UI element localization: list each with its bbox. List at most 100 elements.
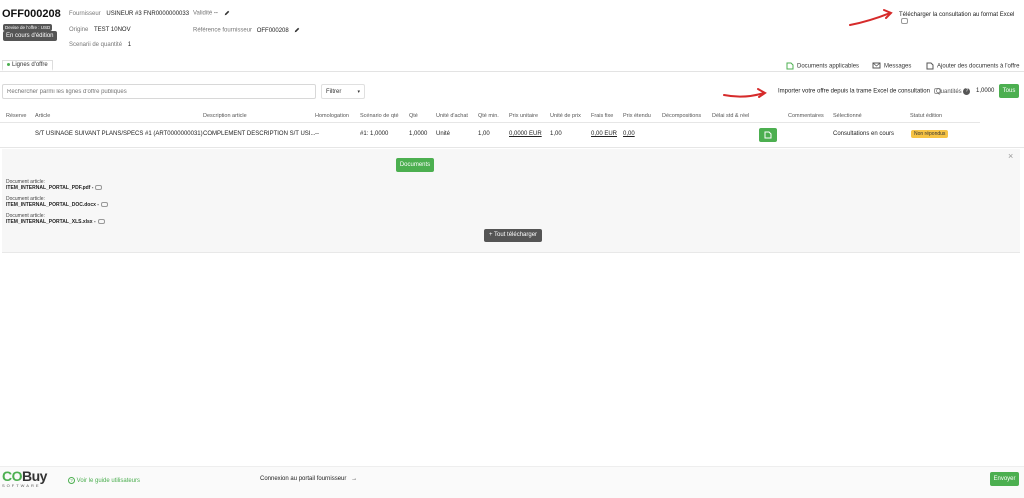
scenario-value: 1 [127,42,132,48]
download-excel-link[interactable]: Télécharger la consultation au format Ex… [899,12,1024,25]
applicable-docs-link[interactable]: Documents applicables [786,62,859,70]
help-icon[interactable]: ? [963,88,971,95]
tab-bar [0,57,1024,72]
logo-main: COBuy [2,468,47,484]
supplier-label: Fournisseur [69,11,101,17]
close-icon[interactable]: × [1008,151,1013,161]
download-icon[interactable] [95,185,103,191]
origin-label: Origine [69,27,89,33]
help-icon: ? [68,477,75,484]
doc-item: Document article: ITEM_INTERNAL_PORTAL_D… [6,196,108,208]
row-extended-price[interactable]: 0,00 [623,131,635,137]
user-guide-label: Voir le guide utilisateurs [76,478,141,485]
all-button[interactable]: Tous [999,84,1019,98]
doc-filename: ITEM_INTERNAL_PORTAL_PDF.pdf - [6,185,94,191]
footer [0,466,1024,498]
download-icon[interactable] [97,219,105,225]
logo-sub: SOFTWARE [2,483,41,488]
add-docs-label: Ajouter des documents à l'offre [937,63,1020,70]
col-scenario: Scénario de qté [360,113,399,119]
row-selected: Consultations en cours [833,131,895,137]
tab-offer-lines-label: Lignes d'offre [12,62,48,68]
message-icon [872,62,881,69]
row-unit: Unité [436,131,451,137]
row-homologation: -- [315,131,319,137]
doc-filename: ITEM_INTERNAL_PORTAL_DOC.docx - [6,202,99,208]
col-article: Article [35,113,51,119]
col-price-unit: Unité de prix [550,113,581,119]
col-unit-price: Prix unitaire [509,113,539,119]
download-icon[interactable] [100,202,108,208]
col-description: Description article [203,113,247,119]
col-qty: Qté [409,113,418,119]
import-excel-button[interactable]: Importer votre offre depuis la trame Exc… [778,88,941,95]
row-unit-price[interactable]: 0,0000 EUR [509,131,542,137]
arrow-right-icon: → [351,476,358,482]
pencil-icon[interactable] [294,27,300,33]
filter-label: Filtrer [326,89,342,95]
doc-name[interactable]: ITEM_INTERNAL_PORTAL_PDF.pdf - [6,185,103,191]
doc-name[interactable]: ITEM_INTERNAL_PORTAL_DOC.docx - [6,202,108,208]
download-excel-label: Télécharger la consultation au format Ex… [899,12,1015,18]
documents-button[interactable]: Documents [396,158,434,172]
red-arrow-icon [723,88,767,98]
doc-name[interactable]: ITEM_INTERNAL_PORTAL_XLS.xlsx - [6,219,105,225]
col-reserve: Réserve [6,113,27,119]
messages-link[interactable]: Messages [872,62,911,70]
import-excel-label: Importer votre offre depuis la trame Exc… [778,88,930,95]
messages-label: Messages [884,63,912,70]
row-qty: 1,0000 [409,131,428,137]
validity-value: -- [213,10,218,17]
scenario-label: Scenarii de quantité [69,42,123,48]
active-dot-icon [7,62,10,66]
supplier-portal-label: Connexion au portail fournisseur [260,476,347,482]
col-homologation: Homologation [315,113,349,119]
supplier-field: Fournisseur USINEUR #3 FNR0000000033 [69,11,189,17]
add-document-icon [926,62,934,70]
comment-button[interactable] [759,128,777,142]
search-input[interactable] [2,84,316,99]
add-docs-link[interactable]: Ajouter des documents à l'offre [926,62,1019,70]
supplier-portal-link[interactable]: Connexion au portail fournisseur → [260,476,357,482]
download-all-button[interactable]: + Tout télécharger [484,229,542,242]
divider [0,147,1024,148]
row-scenario: #1: 1,0000 [360,131,389,137]
supplier-value: USINEUR #3 FNR0000000033 [106,11,190,17]
supplier-ref-value: OFF000208 [256,27,289,34]
supplier-ref-field[interactable]: Référence fournisseur OFF000208 [193,27,300,34]
red-arrow-icon [849,9,893,26]
col-breakdowns: Décompositions [662,113,702,119]
supplier-ref-label: Référence fournisseur [193,27,253,34]
filter-select[interactable]: Filtrer ▾ [321,84,365,99]
scenario-field: Scenarii de quantité 1 [69,42,131,48]
row-price-unit: 1,00 [550,131,562,137]
row-article[interactable]: S/T USINAGE SUIVANT PLANS/SPECS #1 (ART0… [35,131,203,137]
doc-item: Document article: ITEM_INTERNAL_PORTAL_X… [6,213,105,225]
row-fixed-fee[interactable]: 0,00 EUR [591,131,617,137]
currency-tag: Devise de l'offre : USD [3,24,53,31]
tab-offer-lines[interactable]: Lignes d'offre [2,60,53,71]
status-tag: En cours d'édition [3,31,57,41]
divider [0,122,980,123]
col-lead-time: Délai std & réel [712,113,750,119]
col-status: Statut édition [910,113,943,119]
send-button[interactable]: Envoyer [990,472,1019,486]
quantities-value[interactable]: 1,0000 [976,88,994,94]
quantities-field: Quantités ? [936,88,971,95]
row-description: COMPLEMENT DESCRIPTION S/T USI... [203,131,316,137]
validity-label: Validité [193,10,213,17]
chevron-down-icon: ▾ [357,89,360,95]
col-purchase-unit: Unité d'achat [436,113,468,119]
col-min-qty: Qté min. [478,113,499,119]
download-icon [901,18,908,24]
document-icon [764,131,772,139]
validity-field[interactable]: Validité -- [193,10,230,17]
origin-value: TEST 10NOV [94,27,131,33]
col-extended-price: Prix étendu [623,113,651,119]
doc-item: Document article: ITEM_INTERNAL_PORTAL_P… [6,179,103,191]
doc-filename: ITEM_INTERNAL_PORTAL_XLS.xlsx - [6,219,96,225]
user-guide-link[interactable]: ? Voir le guide utilisateurs [68,477,140,484]
origin-field: Origine TEST 10NOV [69,27,131,33]
cobuy-logo: COBuy SOFTWARE [2,469,47,488]
pencil-icon[interactable] [224,10,230,16]
